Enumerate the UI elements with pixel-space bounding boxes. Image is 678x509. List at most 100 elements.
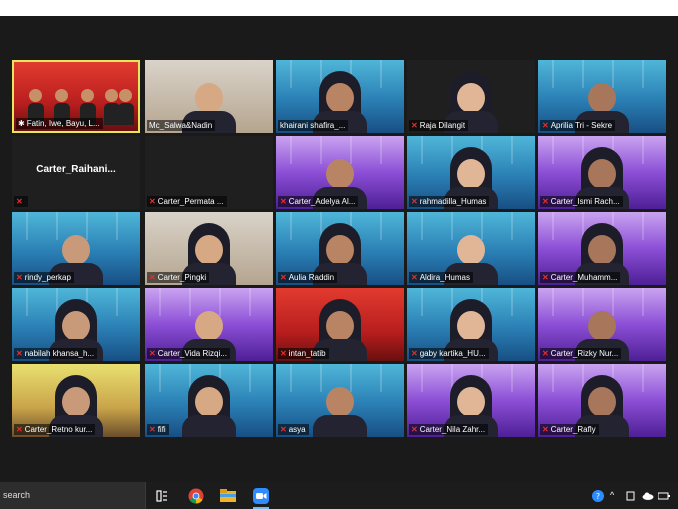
participant-name-label: ✕ Aprilia Tri - Sekre — [540, 120, 616, 131]
help-icon[interactable]: ? — [592, 482, 604, 509]
participant-tile[interactable]: ✕ Carter_Retno kur... — [12, 364, 140, 437]
task-view-icon[interactable] — [151, 485, 173, 507]
muted-mic-icon: ✕ — [542, 121, 549, 130]
participant-name-label: ✕ — [14, 196, 28, 207]
participant-name-text: rahmadilla_Humas — [419, 197, 487, 206]
participant-tile[interactable]: ✕ Carter_Rafly — [538, 364, 666, 437]
participant-tile[interactable]: ✕ Aldira_Humas — [407, 212, 535, 285]
participant-name-text: Aldira_Humas — [419, 273, 470, 282]
participant-tile[interactable]: ✕ Carter_Ismi Rach... — [538, 136, 666, 209]
battery-icon[interactable] — [626, 482, 635, 509]
participant-name-label: Mc_Salwa&Nadin — [147, 120, 216, 131]
muted-mic-icon: ✕ — [411, 349, 418, 358]
participant-tile[interactable]: ✕ gaby kartika_HU... — [407, 288, 535, 361]
muted-mic-icon: ✕ — [149, 425, 156, 434]
participant-tile[interactable]: khairani shafira_... — [276, 60, 404, 133]
cloud-icon[interactable] — [642, 482, 654, 509]
participant-name-label: ✕ Carter_Rafly — [540, 424, 599, 435]
participant-tile[interactable]: ✕ nabilah khansa_h... — [12, 288, 140, 361]
file-explorer-icon[interactable] — [217, 485, 239, 507]
muted-mic-icon: ✕ — [411, 197, 418, 206]
participant-tile[interactable]: Mc_Salwa&Nadin — [145, 60, 273, 133]
participant-name-label: khairani shafira_... — [278, 120, 349, 131]
network-icon[interactable] — [657, 482, 670, 509]
participant-tile[interactable]: ✱ Fatin, Iwe, Bayu, L... — [12, 60, 140, 133]
participant-name-text: Carter_Muhamm... — [550, 273, 618, 282]
muted-mic-icon: ✕ — [16, 425, 23, 434]
chrome-icon[interactable] — [185, 485, 207, 507]
windows-taskbar: search ? ^ — [0, 482, 678, 509]
participant-name-label: ✕ fifi — [147, 424, 169, 435]
muted-mic-icon: ✕ — [542, 273, 549, 282]
participant-name-text: gaby kartika_HU... — [419, 349, 486, 358]
person-silhouette — [118, 89, 134, 125]
participant-name-text: Carter_Rafly — [550, 425, 596, 434]
participant-name-label: ✱ Fatin, Iwe, Bayu, L... — [16, 118, 103, 129]
participant-name-label: ✕ Aldira_Humas — [409, 272, 473, 283]
muted-mic-icon: ✕ — [542, 197, 549, 206]
participant-tile[interactable]: ✕ rindy_perkap — [12, 212, 140, 285]
participant-name-label: ✕ Raja Dilangit — [409, 120, 469, 131]
participant-tile[interactable]: ✕ asya — [276, 364, 404, 437]
pin-icon: ✱ — [18, 119, 25, 128]
participant-name-text: Raja Dilangit — [419, 121, 466, 130]
participant-display-name: Carter_Raihani... — [36, 164, 116, 175]
participant-name-text: Aprilia Tri - Sekre — [550, 121, 613, 130]
muted-mic-icon: ✕ — [411, 425, 418, 434]
zoom-icon[interactable] — [250, 485, 272, 509]
muted-mic-icon: ✕ — [16, 197, 23, 206]
participant-name-label: ✕ Aulia Raddin — [278, 272, 338, 283]
participant-tile[interactable]: ✕ rahmadilla_Humas — [407, 136, 535, 209]
participant-name-label: ✕ gaby kartika_HU... — [409, 348, 489, 359]
participant-name-text: fifi — [157, 425, 166, 434]
muted-mic-icon: ✕ — [16, 349, 23, 358]
participant-tile[interactable]: ✕ Raja Dilangit — [407, 60, 535, 133]
muted-mic-icon: ✕ — [149, 273, 156, 282]
participant-name-label: ✕ Carter_Pingki — [147, 272, 210, 283]
participant-name-text: Carter_Vida Rizqi... — [157, 349, 227, 358]
participant-name-label: ✕ rindy_perkap — [14, 272, 74, 283]
chevron-up-icon[interactable]: ^ — [610, 482, 614, 509]
participant-tile[interactable]: ✕ intan_tatib — [276, 288, 404, 361]
participant-tile[interactable]: ✕ fifi — [145, 364, 273, 437]
participant-name-text: Carter_Retno kur... — [24, 425, 93, 434]
participant-name-label: ✕ Carter_Adelya Al... — [278, 196, 359, 207]
participant-name-text: Carter_Rizky Nur... — [550, 349, 619, 358]
participant-name-label: ✕ Carter_Ismi Rach... — [540, 196, 623, 207]
muted-mic-icon: ✕ — [280, 349, 287, 358]
participant-name-text: Carter_Pingki — [157, 273, 207, 282]
participant-name-label: ✕ Carter_Permata ... — [147, 196, 227, 207]
participant-name-text: asya — [288, 425, 306, 434]
participant-tile[interactable]: ✕ Carter_Muhamm... — [538, 212, 666, 285]
muted-mic-icon: ✕ — [542, 425, 549, 434]
muted-mic-icon: ✕ — [280, 273, 287, 282]
participant-name-label: ✕ Carter_Retno kur... — [14, 424, 96, 435]
muted-mic-icon: ✕ — [280, 425, 287, 434]
participant-tile[interactable]: ✕ Carter_Rizky Nur... — [538, 288, 666, 361]
muted-mic-icon: ✕ — [149, 349, 156, 358]
participant-name-text: Carter_Nila Zahr... — [419, 425, 486, 434]
participant-name-text: Aulia Raddin — [288, 273, 335, 282]
taskbar-search-box[interactable]: search — [0, 482, 146, 509]
participant-tile[interactable]: ✕ Carter_Nila Zahr... — [407, 364, 535, 437]
svg-text:?: ? — [596, 492, 600, 501]
participant-tile[interactable]: ✕ Carter_Adelya Al... — [276, 136, 404, 209]
person-silhouette — [180, 375, 238, 437]
participant-tile[interactable]: ✕ Carter_Permata ... — [145, 136, 273, 209]
person-silhouette — [311, 375, 369, 437]
participant-name-text: khairani shafira_... — [280, 121, 346, 130]
participant-name-text: Fatin, Iwe, Bayu, L... — [26, 119, 100, 128]
participant-tile[interactable]: ✕ Carter_Vida Rizqi... — [145, 288, 273, 361]
participant-tile[interactable]: ✕ Carter_Pingki — [145, 212, 273, 285]
muted-mic-icon: ✕ — [280, 197, 287, 206]
participant-name-text: Carter_Permata ... — [157, 197, 224, 206]
zoom-gallery-view: ✱ Fatin, Iwe, Bayu, L... Mc_Salwa&Nadin kha… — [0, 16, 678, 482]
participant-tile[interactable]: ✕ Aulia Raddin — [276, 212, 404, 285]
participant-name-text: nabilah khansa_h... — [24, 349, 95, 358]
participant-tile[interactable]: ✕ Aprilia Tri - Sekre — [538, 60, 666, 133]
participant-tile[interactable]: Carter_Raihani... ✕ — [12, 136, 140, 209]
participant-name-text: rindy_perkap — [24, 273, 71, 282]
muted-mic-icon: ✕ — [16, 273, 23, 282]
participant-name-label: ✕ Carter_Vida Rizqi... — [147, 348, 230, 359]
participant-name-text: Carter_Ismi Rach... — [550, 197, 620, 206]
